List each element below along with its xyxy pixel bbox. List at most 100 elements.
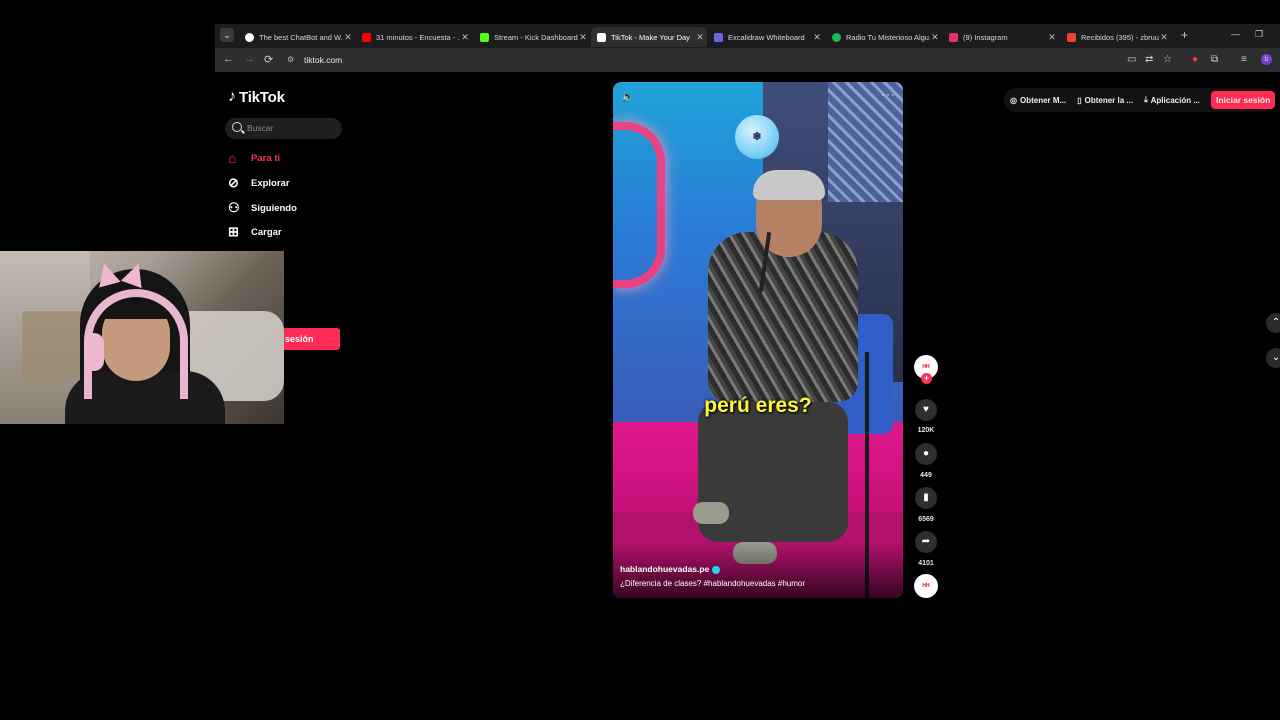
tab-kick[interactable]: Stream - Kick Dashboard ✕ — [474, 27, 590, 47]
bookmark-icon: ▮ — [923, 492, 929, 503]
site-info-icon[interactable]: ⚙ — [287, 52, 294, 68]
coin-icon: ◎ — [1010, 95, 1017, 105]
comment-count: 449 — [920, 472, 932, 479]
forward-icon[interactable]: → — [244, 53, 255, 65]
tab-favicon — [949, 32, 958, 42]
tab-label: Stream - Kick Dashboard — [494, 32, 578, 42]
top-item-label: Obtener M... — [1019, 95, 1067, 105]
tiktok-note-icon: ♪ — [228, 88, 236, 105]
tab-favicon — [832, 32, 841, 42]
like-count: 120K — [917, 427, 935, 434]
tab-label: Recibidos (395) - zbruun... — [1081, 32, 1159, 42]
compass-icon: ⊘ — [228, 175, 239, 190]
get-coins-link[interactable]: ◎ Obtener M... — [1010, 96, 1066, 105]
following-icon: ⚇ — [228, 200, 240, 215]
scroll-up-button[interactable]: ⌃ — [1266, 313, 1280, 333]
url-field[interactable]: ⚙ tiktok.com — [285, 52, 1165, 68]
comment-button[interactable]: ● — [915, 443, 937, 465]
download-icon: ⤓ — [1144, 95, 1148, 104]
tab-tiktok[interactable]: TikTok - Make Your Day ✕ — [591, 27, 707, 47]
share-button[interactable]: ➦ — [915, 531, 937, 553]
background-clutter — [22, 311, 82, 381]
tab-youtube[interactable]: 31 minutos - Encuesta - ... ✕ — [356, 27, 472, 47]
search-input[interactable]: Buscar — [225, 118, 342, 139]
video-author[interactable]: hablandohuevadas.pe — [620, 564, 721, 574]
tab-favicon — [1067, 32, 1076, 42]
webcam-overlay — [0, 251, 284, 424]
video-neon-sign — [613, 122, 665, 288]
close-icon[interactable]: ✕ — [578, 32, 588, 43]
top-item-label: Obtener la ... — [1084, 95, 1134, 105]
tab-chatbot[interactable]: The best ChatBot and W... ✕ — [239, 27, 355, 47]
follow-plus-icon[interactable]: + — [921, 373, 932, 384]
share-arrow-icon: ➦ — [921, 536, 931, 547]
bookmark-star-icon[interactable]: ☆ — [1163, 54, 1172, 65]
desktop-app-link[interactable]: ⤓ Aplicación ... — [1144, 95, 1200, 105]
nav-explore[interactable]: ⊘ Explorar — [228, 173, 290, 193]
close-icon[interactable]: ✕ — [695, 32, 705, 43]
save-button[interactable]: ▮ — [915, 487, 937, 509]
close-icon[interactable]: ✕ — [1047, 32, 1057, 43]
media-control-icon[interactable]: ≡ — [1241, 54, 1247, 65]
video-player[interactable]: ❄ 🔈 ··· perú eres? hablandohuevadas.pe ¿… — [613, 82, 903, 598]
close-icon[interactable]: ✕ — [812, 32, 822, 43]
nav-label: Siguiendo — [251, 202, 297, 214]
nav-label: Explorar — [251, 177, 290, 189]
cold-face-emoji-sticker: ❄ — [735, 115, 779, 159]
volume-icon[interactable]: 🔈 — [621, 90, 635, 103]
close-icon[interactable]: ✕ — [930, 32, 940, 43]
profile-avatar[interactable]: b — [1261, 54, 1272, 65]
tab-search-dropdown[interactable]: ⌄ — [220, 28, 234, 42]
login-button[interactable]: Iniciar sesión — [1210, 91, 1276, 109]
restore-button[interactable]: ❐ — [1255, 29, 1263, 40]
video-person-shoe — [693, 502, 729, 524]
tab-label: Radio Tu Misterioso Algu... — [846, 32, 930, 42]
new-tab-button[interactable]: + — [1181, 28, 1188, 42]
extension-icon[interactable]: ● — [1192, 54, 1198, 65]
save-count: 6569 — [918, 516, 934, 523]
close-icon[interactable]: ✕ — [460, 32, 470, 43]
video-description[interactable]: ¿Diferencia de clases? #hablandohuevadas… — [620, 579, 805, 588]
like-button[interactable]: ♥ — [915, 399, 937, 421]
close-icon[interactable]: ✕ — [1159, 32, 1169, 43]
tab-favicon — [714, 32, 723, 42]
search-placeholder: Buscar — [247, 123, 274, 133]
translate-icon[interactable]: ⇄ — [1145, 54, 1153, 65]
minimize-button[interactable]: — — [1231, 29, 1240, 39]
phone-icon: ▯ — [1077, 95, 1082, 105]
tab-excalidraw[interactable]: Excalidraw Whiteboard ✕ — [708, 27, 824, 47]
headphone-cup — [84, 333, 104, 371]
video-caption: perú eres? — [704, 394, 812, 417]
tab-gmail[interactable]: Recibidos (395) - zbruun...✕ — [1061, 27, 1171, 47]
tab-label: Excalidraw Whiteboard — [728, 32, 805, 42]
install-icon[interactable]: ▭ — [1127, 54, 1136, 65]
back-icon[interactable]: ← — [223, 53, 234, 65]
extensions-puzzle-icon[interactable]: ⧉ — [1211, 54, 1218, 65]
nav-label: Cargar — [251, 226, 282, 238]
top-right-bar: ◎ Obtener M... ▯ Obtener la ... ⤓ Aplicació… — [1004, 88, 1276, 112]
get-app-link[interactable]: ▯ Obtener la ... — [1077, 96, 1133, 105]
more-options-icon[interactable]: ··· — [881, 87, 896, 101]
tab-favicon — [480, 32, 489, 42]
tiktok-logo[interactable]: ♪ TikTok — [228, 88, 285, 106]
tab-label: The best ChatBot and W... — [259, 32, 343, 42]
music-disc-avatar[interactable]: HH — [914, 574, 938, 598]
reload-icon[interactable]: ⟳ — [264, 53, 273, 66]
sidebar-login-button[interactable]: sesión — [282, 328, 340, 350]
nav-following[interactable]: ⚇ Siguiendo — [228, 198, 297, 218]
tab-label: 31 minutos - Encuesta - ... — [376, 32, 460, 42]
heart-icon: ♥ — [923, 404, 929, 415]
verified-icon — [712, 565, 721, 574]
nav-upload[interactable]: ⊞ Cargar — [228, 222, 282, 242]
search-icon — [232, 122, 242, 132]
nav-for-you[interactable]: ⌂ Para ti — [228, 148, 280, 168]
tab-label: TikTok - Make Your Day — [611, 32, 690, 42]
close-icon[interactable]: ✕ — [343, 32, 353, 43]
video-person-torso — [708, 232, 858, 402]
creator-avatar[interactable]: HH + — [914, 355, 938, 384]
top-item-label: Aplicación ... — [1150, 95, 1200, 105]
scroll-down-button[interactable]: ⌄ — [1266, 348, 1280, 368]
tab-instagram[interactable]: (9) Instagram ✕ — [943, 27, 1059, 47]
address-bar: ← → ⟳ ⚙ tiktok.com ▭ ⇄ ☆ ● ⧉ ≡ b — [215, 48, 1280, 72]
tab-spotify[interactable]: Radio Tu Misterioso Algu... ✕ — [826, 27, 942, 47]
